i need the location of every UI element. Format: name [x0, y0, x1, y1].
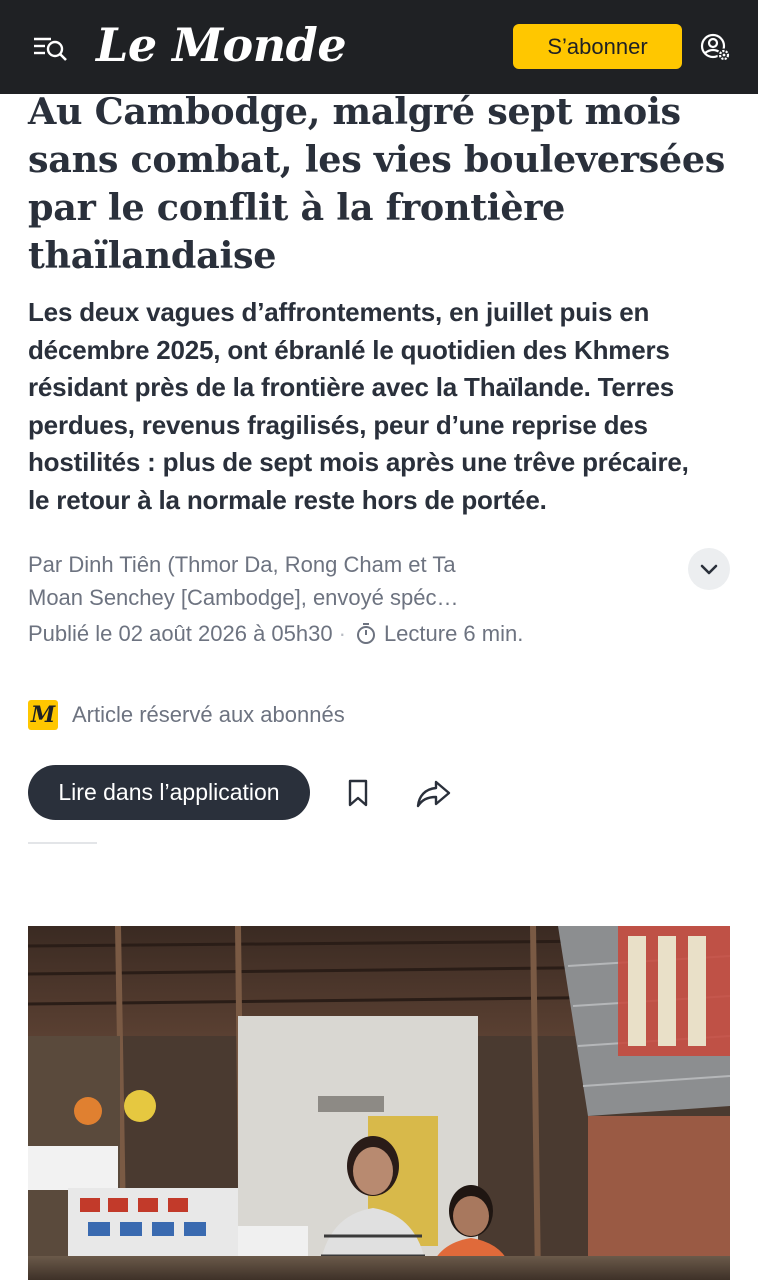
expand-byline-button[interactable] [688, 548, 730, 590]
article-title: Au Cambodge, malgré sept mois sans comba… [28, 88, 728, 280]
lead-line: décembre 2025, ont ébranlé le quotidien … [28, 334, 670, 365]
divider [28, 842, 97, 844]
meta-separator: · [338, 621, 346, 646]
subscribe-button[interactable]: S’abonner [513, 24, 682, 69]
publish-date: Publié le 02 août 2026 à 05h30 [28, 621, 333, 646]
premium-label: Article réservé aux abonnés [72, 702, 345, 727]
byline[interactable]: Par Dinh Tiên (Thmor Da, Rong Cham et Ta… [28, 548, 588, 614]
bookmark-button[interactable] [343, 776, 373, 810]
lead-line: le retour à la normale reste hors de por… [28, 484, 547, 515]
share-button[interactable] [414, 776, 454, 810]
menu-search-button[interactable] [30, 30, 70, 64]
top-bar: Le Monde S’abonner [0, 0, 758, 94]
article-lead: Les deux vagues d’affrontements, en juil… [28, 294, 728, 520]
lead-line: hostilités : plus de sept mois après une… [28, 447, 689, 478]
lead-line: résidant près de la frontière avec la Th… [28, 372, 675, 403]
bookmark-icon [348, 779, 368, 807]
byline-line: Par Dinh Tiên (Thmor Da, Rong Cham et Ta [28, 552, 456, 577]
byline-line: Moan Senchey [Cambodge], envoyé spéc… [28, 585, 459, 610]
account-settings-icon [700, 33, 731, 62]
subscriber-m-icon: M [28, 700, 58, 730]
lead-line: perdues, revenus fragilisés, peur d’une … [28, 409, 648, 440]
shop-scene-image [28, 926, 730, 1280]
stopwatch-icon [356, 623, 375, 644]
le-monde-logo[interactable]: Le Monde [96, 12, 347, 78]
title-line: thaïlandaise [28, 234, 277, 277]
lead-line: Les deux vagues d’affrontements, en juil… [28, 297, 650, 327]
chevron-down-icon [700, 564, 718, 575]
title-line: sans combat, les vies bouleversées [28, 138, 726, 181]
menu-search-icon [34, 37, 67, 61]
reading-time: Lecture 6 min. [383, 621, 524, 646]
title-line: Au Cambodge, malgré sept mois [28, 90, 681, 133]
article-meta: Publié le 02 août 2026 à 05h30 · Lecture … [28, 618, 523, 650]
account-button[interactable] [700, 32, 732, 64]
share-arrow-icon [416, 780, 451, 808]
article-photo[interactable] [28, 926, 730, 1280]
title-line: par le conflit à la frontière [28, 186, 566, 229]
read-in-app-button[interactable]: Lire dans l’application [28, 765, 310, 820]
